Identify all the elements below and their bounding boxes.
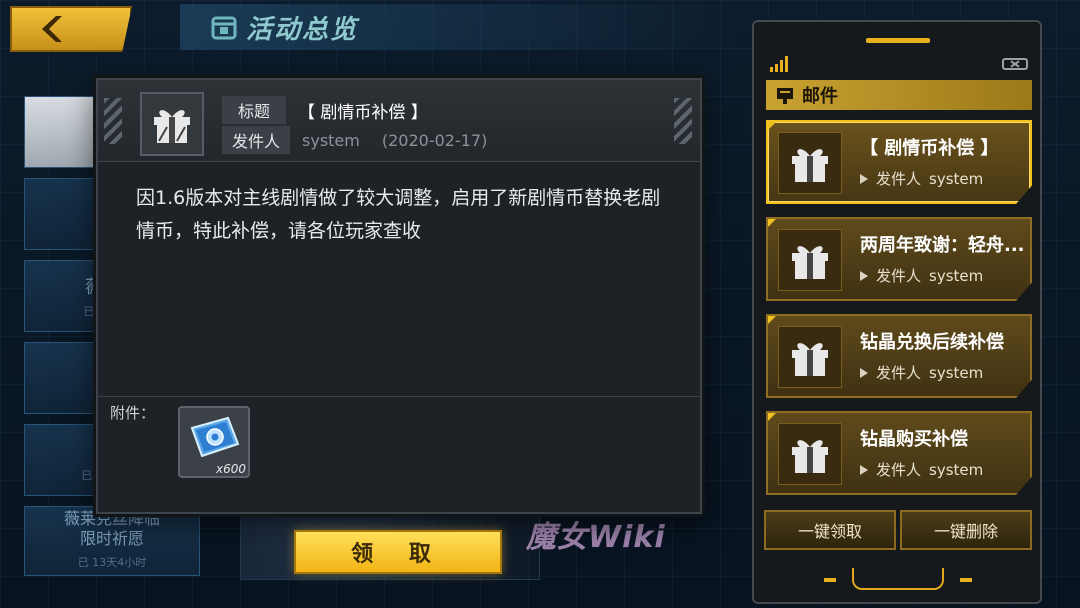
signal-icon bbox=[770, 56, 788, 72]
mail-detail-dialog: 标题 【 剧情币补偿 】 发件人 system (2020-02-17) 因1.… bbox=[96, 78, 702, 514]
item-corner-mark bbox=[768, 122, 776, 130]
mail-phone-panel: 邮件 【 剧情币补偿 】 发件人 system 两周年致谢：轻舟... 发件人 … bbox=[752, 20, 1042, 604]
gift-icon bbox=[792, 149, 828, 182]
sidebar-item-5[interactable]: 薇莱克丝降临 限时祈愿 已 13天4小时 bbox=[24, 506, 200, 576]
gift-icon bbox=[792, 246, 828, 279]
mail-item-title: 【 剧情币补偿 】 bbox=[860, 138, 999, 159]
mail-list-title: 邮件 bbox=[802, 86, 838, 107]
watermark: 魔女Wiki bbox=[526, 520, 666, 555]
attachment-divider bbox=[98, 396, 700, 397]
item-corner-mark bbox=[768, 413, 776, 421]
mail-title-row: 标题 【 剧情币补偿 】 bbox=[222, 96, 428, 124]
mailbox-icon bbox=[777, 88, 793, 104]
claim-all-button[interactable]: 一键领取 bbox=[764, 510, 896, 550]
play-triangle-icon bbox=[860, 270, 868, 281]
sender-value: system bbox=[929, 266, 984, 285]
item-corner-mark bbox=[768, 219, 776, 227]
mail-list-item[interactable]: 钻晶购买补偿 发件人 system bbox=[766, 411, 1032, 495]
mail-list-item[interactable]: 钻晶兑换后续补偿 发件人 system bbox=[766, 314, 1032, 398]
calendar-icon bbox=[211, 16, 237, 40]
mail-item-sender: 发件人 system bbox=[860, 265, 983, 286]
mail-body-text: 因1.6版本对主线剧情做了较大调整，启用了新剧情币替换老剧情币，特此补偿，请各位… bbox=[136, 187, 661, 242]
title-bar: 活动总览 bbox=[180, 4, 740, 50]
mail-title-value: 【 剧情币补偿 】 bbox=[298, 102, 428, 123]
mail-item-icon-box bbox=[778, 132, 842, 194]
claim-button[interactable]: 领 取 bbox=[294, 530, 502, 574]
mail-item-title: 钻晶购买补偿 bbox=[860, 429, 968, 450]
phone-speaker bbox=[866, 38, 930, 43]
mail-item-icon-box bbox=[778, 423, 842, 485]
decor-dot bbox=[824, 578, 836, 582]
mail-detail-header: 标题 【 剧情币补偿 】 发件人 system (2020-02-17) bbox=[98, 80, 700, 162]
mail-list-item[interactable]: 两周年致谢：轻舟... 发件人 system bbox=[766, 217, 1032, 301]
play-triangle-icon bbox=[860, 173, 868, 184]
phone-home-bar bbox=[852, 568, 944, 590]
decor-dot bbox=[960, 578, 972, 582]
mail-date: (2020-02-17) bbox=[381, 130, 488, 150]
sender-value: system bbox=[929, 460, 984, 479]
mail-sender-value: system bbox=[302, 130, 360, 150]
mail-sender-row: 发件人 system (2020-02-17) bbox=[222, 126, 487, 154]
sender-value: system bbox=[929, 363, 984, 382]
mail-list-item[interactable]: 【 剧情币补偿 】 发件人 system bbox=[766, 120, 1032, 204]
mail-item-title: 两周年致谢：轻舟... bbox=[860, 235, 1025, 256]
back-arrow-icon bbox=[42, 16, 62, 42]
gift-icon bbox=[792, 440, 828, 473]
battery-icon bbox=[1002, 58, 1028, 70]
gift-icon bbox=[792, 343, 828, 376]
sender-label: 发件人 bbox=[876, 461, 922, 479]
sidebar-item-timer: 已 13天4小时 bbox=[77, 556, 147, 569]
sender-label: 发件人 bbox=[876, 170, 922, 188]
mail-item-sender: 发件人 system bbox=[860, 362, 983, 383]
play-triangle-icon bbox=[860, 367, 868, 378]
attachment-label: 附件： bbox=[110, 404, 156, 422]
decor-stripe bbox=[104, 98, 122, 144]
phone-status-bar bbox=[770, 56, 1028, 74]
mail-item-title: 钻晶兑换后续补偿 bbox=[860, 332, 1004, 353]
sender-label: 发件人 bbox=[876, 267, 922, 285]
page-title: 活动总览 bbox=[246, 14, 359, 45]
mail-item-sender: 发件人 system bbox=[860, 168, 983, 189]
mail-gift-icon-box bbox=[140, 92, 204, 156]
attachment-item[interactable]: x600 bbox=[178, 406, 250, 478]
mail-item-icon-box bbox=[778, 326, 842, 388]
sidebar-item-label: 薇莱克丝降临 限时祈愿 bbox=[63, 509, 160, 548]
delete-all-button[interactable]: 一键删除 bbox=[900, 510, 1032, 550]
sender-label: 发件人 bbox=[876, 364, 922, 382]
item-corner-mark bbox=[768, 316, 776, 324]
back-button[interactable] bbox=[10, 6, 132, 52]
story-coin-ticket-icon bbox=[190, 416, 240, 458]
attachment-quantity: x600 bbox=[215, 462, 246, 476]
decor-stripe bbox=[674, 98, 692, 144]
sender-value: system bbox=[929, 169, 984, 188]
title-label: 标题 bbox=[222, 96, 286, 124]
mail-list-header: 邮件 bbox=[766, 80, 1032, 110]
play-triangle-icon bbox=[860, 464, 868, 475]
sender-label: 发件人 bbox=[222, 126, 291, 154]
mail-item-sender: 发件人 system bbox=[860, 459, 983, 480]
gift-icon bbox=[154, 110, 190, 143]
mail-item-icon-box bbox=[778, 229, 842, 291]
